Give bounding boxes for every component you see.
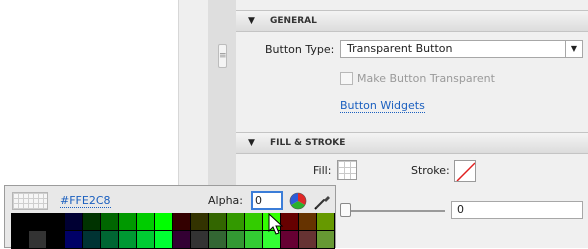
color-swatch[interactable] (65, 213, 83, 231)
fill-swatch[interactable] (337, 160, 357, 180)
no-color-icon (456, 162, 475, 181)
color-swatch[interactable] (209, 213, 227, 231)
section-fill-stroke-header[interactable]: ▼ FILL & STROKE (236, 132, 588, 154)
stroke-label: Stroke: (411, 164, 450, 177)
color-wheel-icon[interactable] (289, 192, 307, 210)
button-type-label: Button Type: (265, 43, 335, 56)
color-swatch[interactable] (29, 213, 47, 231)
color-swatch[interactable] (29, 231, 47, 249)
splitter-grip-icon[interactable]: ≡ (218, 44, 227, 68)
color-swatch[interactable] (83, 213, 101, 231)
color-swatch[interactable] (47, 213, 65, 231)
color-swatch[interactable] (173, 213, 191, 231)
color-swatch[interactable] (11, 231, 29, 249)
color-swatch[interactable] (227, 213, 245, 231)
color-swatch-grid[interactable] (11, 213, 335, 249)
color-swatch[interactable] (245, 231, 263, 249)
color-swatch[interactable] (191, 213, 209, 231)
color-swatch[interactable] (83, 231, 101, 249)
section-fill-stroke-title: FILL & STROKE (270, 138, 346, 148)
color-swatch[interactable] (191, 231, 209, 249)
fill-label: Fill: (313, 164, 332, 177)
color-swatch[interactable] (119, 231, 137, 249)
button-type-select[interactable]: Transparent Button ▼ (340, 40, 583, 58)
alpha-slider-track[interactable] (345, 210, 445, 212)
button-type-value: Transparent Button (347, 42, 453, 55)
alpha-number-input[interactable]: 0 (451, 201, 583, 219)
mouse-cursor-icon (268, 213, 284, 235)
color-swatch[interactable] (65, 231, 83, 249)
color-swatch[interactable] (155, 231, 173, 249)
color-swatch[interactable] (299, 213, 317, 231)
color-swatch[interactable] (101, 231, 119, 249)
color-swatch[interactable] (173, 231, 191, 249)
stroke-swatch[interactable] (454, 160, 476, 182)
color-swatch[interactable] (245, 213, 263, 231)
color-swatch[interactable] (209, 231, 227, 249)
make-transparent-checkbox[interactable] (340, 72, 353, 85)
color-swatch[interactable] (317, 213, 335, 231)
color-swatch[interactable] (47, 231, 65, 249)
chevron-down-icon[interactable]: ▼ (565, 41, 582, 57)
make-transparent-label: Make Button Transparent (357, 72, 495, 85)
hex-value-link[interactable]: #FFE2C8 (60, 194, 111, 208)
collapse-triangle-icon[interactable]: ▼ (248, 11, 255, 31)
color-picker-popup: #FFE2C8 Alpha: 0 (4, 185, 336, 249)
color-swatch[interactable] (317, 231, 335, 249)
section-general-header[interactable]: ▼ GENERAL (236, 10, 588, 32)
alpha-label: Alpha: (208, 194, 243, 207)
color-swatch[interactable] (119, 213, 137, 231)
alpha-slider-thumb[interactable] (340, 203, 351, 217)
color-swatch[interactable] (11, 213, 29, 231)
eyedropper-icon[interactable] (313, 191, 333, 211)
color-swatch[interactable] (227, 231, 245, 249)
button-widgets-link[interactable]: Button Widgets (340, 99, 425, 113)
color-swatch[interactable] (155, 213, 173, 231)
color-preview-swatch (12, 192, 48, 210)
color-swatch[interactable] (299, 231, 317, 249)
alpha-input[interactable]: 0 (251, 191, 283, 210)
color-swatch[interactable] (137, 231, 155, 249)
section-general-title: GENERAL (270, 16, 317, 26)
color-swatch[interactable] (137, 213, 155, 231)
collapse-triangle-icon[interactable]: ▼ (248, 133, 255, 153)
color-swatch[interactable] (101, 213, 119, 231)
